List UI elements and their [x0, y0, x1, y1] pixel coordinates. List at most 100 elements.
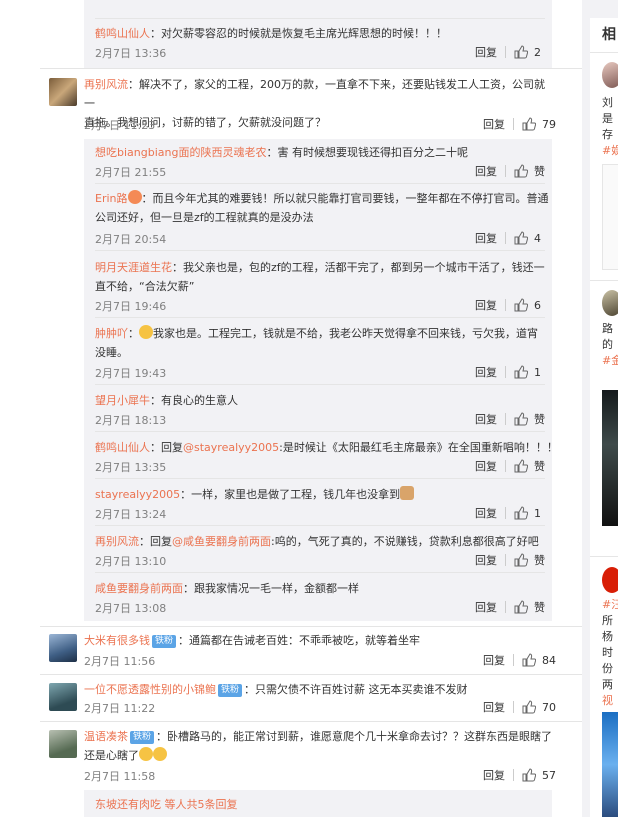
comment-actions: 回复 赞	[475, 599, 545, 615]
comment-date: 2月7日 19:46	[95, 300, 167, 313]
comment-date: 2月7日 11:58	[84, 770, 156, 783]
reply-comment: 肿肿吖： 我家也是。工程完工，钱就是不给，我老公昨天觉得拿不回来钱，亏欠我，道宵 …	[95, 325, 538, 359]
comment-user[interactable]: 再别风流	[84, 78, 128, 91]
more-users[interactable]: 东坡还有肉吃 等人	[95, 798, 187, 811]
comment-user[interactable]: 鹤鸣山仙人	[95, 441, 150, 454]
comment-text: :是时候让《太阳最红毛主席最亲》在全国重新唱响！！！	[279, 441, 558, 454]
sidebar-text: 是	[602, 112, 613, 125]
divider	[95, 431, 545, 432]
comment-text: ：通篇都在告诫老百姓：不乖乖被吃，就等着坐牢	[178, 634, 421, 647]
mention-link[interactable]: @咸鱼要翻身前两面	[172, 535, 271, 548]
comment-user[interactable]: 肿肿吖	[95, 327, 128, 340]
sidebar-tag[interactable]: #汪	[602, 598, 618, 612]
thumbs-up-icon[interactable]	[522, 653, 536, 667]
video-thumbnail[interactable]	[602, 390, 618, 526]
comment-date: 2月7日 13:36	[95, 47, 167, 60]
comment-user[interactable]: Erin路	[95, 192, 128, 205]
comment-actions: 回复 1	[475, 364, 541, 380]
divider	[95, 572, 545, 573]
reply-comment: Erin路 ：而且今年尤其的难要钱！所以就只能靠打官司要钱，一整年都在不停打官司。…	[95, 189, 550, 227]
comment: 温语凑茶 铁粉 ：卧槽路马的，能正常讨到薪，谁愿意爬个几十米拿命去讨？？这群东西是眼…	[84, 727, 554, 765]
thumbs-up-icon[interactable]	[514, 412, 528, 426]
thumbs-up-icon[interactable]	[522, 768, 536, 782]
reply-button[interactable]: 回复	[475, 458, 497, 474]
avatar[interactable]	[602, 567, 618, 593]
comment-text: ：跟我家情况一毛一样，金额都一样	[183, 582, 359, 595]
thumbs-up-icon[interactable]	[514, 365, 528, 379]
reply-button[interactable]: 回复	[475, 230, 497, 246]
comment-actions: 回复 2	[475, 44, 541, 60]
comment-date: 2月7日 11:56	[84, 655, 156, 668]
mention-link[interactable]: @stayrealyy2005	[183, 441, 279, 454]
sidebar-text: 存	[602, 128, 613, 141]
comment-date: 2月7日 21:55	[95, 166, 167, 179]
comment-user[interactable]: 望月小犀牛	[95, 394, 150, 407]
thumbs-up-icon[interactable]	[514, 600, 528, 614]
reply-button[interactable]: 回复	[475, 552, 497, 568]
thumbs-up-icon[interactable]	[514, 459, 528, 473]
emoji-icon	[127, 190, 142, 204]
avatar[interactable]	[602, 62, 618, 88]
sidebar-text: 所	[602, 614, 613, 627]
more-replies[interactable]: 东坡还有肉吃 等人共5条回复	[95, 795, 238, 814]
thumbs-up-icon[interactable]	[514, 506, 528, 520]
comment-actions: 回复 57	[483, 767, 556, 783]
divider	[590, 556, 618, 557]
reply-button[interactable]: 回复	[483, 699, 505, 715]
avatar[interactable]	[49, 730, 77, 758]
comment-user[interactable]: 再别风流	[95, 535, 139, 548]
sidebar-tag[interactable]: #金	[602, 354, 618, 368]
thumbs-up-icon[interactable]	[514, 298, 528, 312]
like-count: 79	[542, 117, 556, 131]
comment-user[interactable]: 大米有很多钱	[84, 634, 150, 647]
video-thumbnail[interactable]	[602, 712, 618, 817]
comment-date: 2月7日 13:08	[95, 602, 167, 615]
thumbs-up-icon[interactable]	[514, 164, 528, 178]
sidebar-text: 刘	[602, 96, 613, 109]
comment-actions: 回复 4	[475, 230, 541, 246]
divider	[95, 317, 545, 318]
comment-user[interactable]: 明月天涯道生花	[95, 261, 172, 274]
reply-button[interactable]: 回复	[475, 505, 497, 521]
reply-button[interactable]: 回复	[475, 44, 497, 60]
emoji-icon	[139, 325, 153, 339]
comment-user[interactable]: 一位不愿透露性别的小锦鲍	[84, 683, 216, 696]
thumbs-up-icon[interactable]	[522, 117, 536, 131]
sidebar-card[interactable]	[602, 164, 618, 270]
reply-button[interactable]: 回复	[475, 163, 497, 179]
reply-button[interactable]: 回复	[483, 652, 505, 668]
reply-button[interactable]: 回复	[483, 767, 505, 783]
reply-button[interactable]: 回复	[475, 411, 497, 427]
comment-text: ：一样，家里也是做了工程，钱几年也没拿到	[180, 488, 401, 501]
thumbs-up-icon[interactable]	[514, 553, 528, 567]
comment-user[interactable]: 温语凑茶	[84, 730, 128, 743]
avatar[interactable]	[49, 683, 77, 711]
reply-comment: 明月天涯道生花：我父亲也是，包的zf的工程，活都干完了，都到另一个城市干活了，钱…	[95, 258, 550, 296]
thumbs-up-icon[interactable]	[514, 45, 528, 59]
sidebar-tag[interactable]: #娱	[602, 144, 618, 158]
avatar[interactable]	[49, 78, 77, 106]
thumbs-up-icon[interactable]	[514, 231, 528, 245]
reply-button[interactable]: 回复	[475, 297, 497, 313]
comment-text: ：害 有时候想要现钱还得扣百分之二十呢	[266, 146, 468, 159]
avatar[interactable]	[602, 290, 618, 316]
fan-badge: 铁粉	[218, 684, 243, 697]
divider	[95, 18, 545, 19]
reply-button[interactable]: 回复	[475, 364, 497, 380]
comment-actions: 回复 84	[483, 652, 556, 668]
comment-user[interactable]: 鹤鸣山仙人	[95, 27, 150, 40]
more-count[interactable]: 共5条回复	[187, 798, 238, 811]
reply-comment: 咸鱼要翻身前两面：跟我家情况一毛一样，金额都一样	[95, 579, 359, 598]
thumbs-up-icon[interactable]	[522, 700, 536, 714]
comment-user[interactable]: stayrealyy2005	[95, 488, 180, 501]
comment-date: 2月7日 11:22	[84, 702, 156, 715]
comment-text: 还是心瞎了	[84, 749, 139, 762]
reply-button[interactable]: 回复	[475, 599, 497, 615]
comment-user[interactable]: 咸鱼要翻身前两面	[95, 582, 183, 595]
comment-user[interactable]: 想吃biangbiang面的陕西灵魂老农	[95, 146, 266, 159]
reply-button[interactable]: 回复	[483, 116, 505, 132]
comment-actions: 回复 赞	[475, 163, 545, 179]
avatar[interactable]	[49, 634, 77, 662]
divider	[590, 52, 618, 53]
sidebar-tag[interactable]: 视	[602, 694, 618, 708]
